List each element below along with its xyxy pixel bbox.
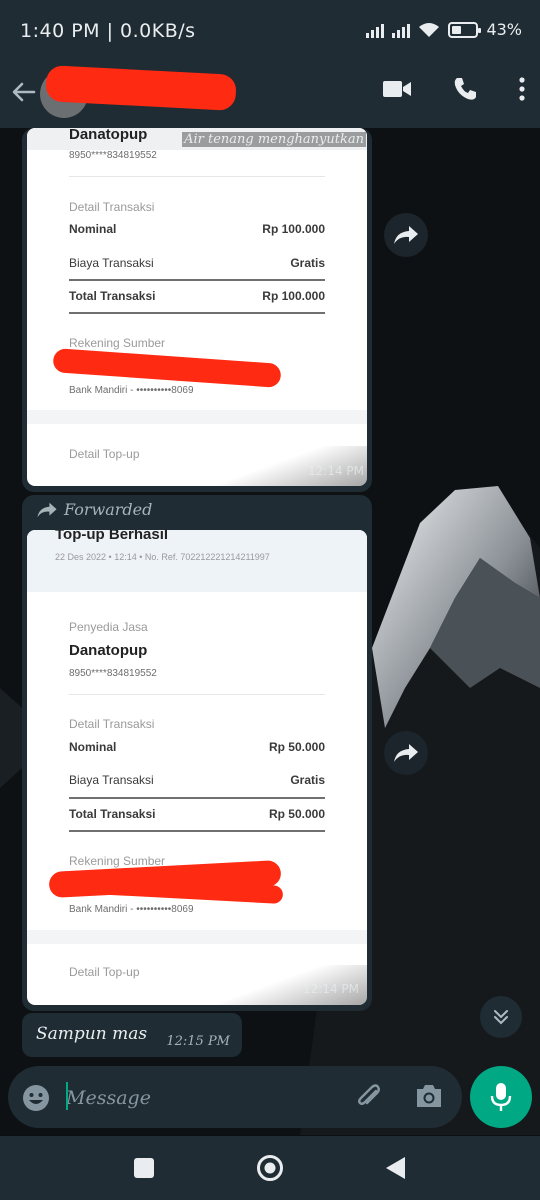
fee-label: Biaya Transaksi — [69, 256, 154, 270]
status-time: 1:40 PM | 0.0KB/s — [20, 20, 196, 42]
message-text: Sampun mas — [36, 1024, 148, 1044]
receipt-provider: Danatopup — [69, 128, 148, 143]
fee-value: Gratis — [290, 256, 325, 270]
forwarded-label: Forwarded — [64, 500, 153, 519]
message-composer — [8, 1066, 462, 1128]
total-label: Total Transaksi — [69, 289, 156, 303]
detail-transaksi-label: Detail Transaksi — [69, 200, 155, 214]
receipt-image-1[interactable]: Danatopup 8950****834819552 Detail Trans… — [27, 128, 367, 486]
scroll-to-bottom-button[interactable] — [480, 996, 522, 1038]
receipt-provider-2: Danatopup — [69, 642, 148, 659]
message-time-2: 12:14 PM — [303, 982, 359, 996]
receipt-date-ref: 22 Des 2022 • 12:14 • No. Ref. 702212221… — [55, 552, 270, 562]
forward-button-1[interactable] — [384, 213, 428, 257]
message-time: 12:15 PM — [166, 1034, 230, 1049]
fee-value-2: Gratis — [290, 773, 325, 787]
chat-header — [0, 62, 540, 128]
forwarded-icon — [37, 502, 57, 517]
back-arrow-icon[interactable] — [10, 78, 38, 106]
nominal-label-2: Nominal — [69, 740, 117, 754]
rekening-sumber-label: Rekening Sumber — [69, 336, 166, 350]
redaction-mark — [52, 348, 282, 388]
forward-arrow-icon — [394, 226, 418, 244]
detail-topup-label: Detail Top-up — [69, 447, 140, 461]
voice-message-button[interactable] — [470, 1066, 532, 1128]
camera-icon[interactable] — [414, 1083, 444, 1109]
wifi-icon — [419, 22, 440, 37]
total-value-2: Rp 50.000 — [268, 807, 325, 821]
receipt-number: 8950****834819552 — [69, 150, 157, 161]
nominal-value: Rp 100.000 — [262, 222, 325, 236]
recents-icon[interactable] — [133, 1157, 155, 1179]
signal-icon-2 — [392, 22, 411, 38]
text-message[interactable]: Sampun mas 12:15 PM — [22, 1013, 242, 1057]
bank-account-2: Bank Mandiri - ••••••••••8069 — [69, 904, 194, 915]
detail-transaksi-label-2: Detail Transaksi — [69, 717, 155, 731]
fee-label-2: Biaya Transaksi — [69, 773, 154, 787]
receipt-title: Top-up Berhasil — [55, 530, 169, 543]
signal-icon — [366, 22, 385, 38]
double-chevron-down-icon — [494, 1010, 508, 1025]
status-icons: 43% — [366, 20, 522, 39]
text-cursor — [66, 1082, 68, 1110]
receipt-number-2: 8950****834819552 — [69, 668, 157, 679]
system-nav-bar — [0, 1136, 540, 1200]
forward-button-2[interactable] — [384, 731, 428, 775]
nominal-label: Nominal — [69, 222, 117, 236]
message-time-1: 12:14 PM — [308, 464, 364, 478]
message-input[interactable] — [66, 1084, 336, 1112]
attach-icon[interactable] — [354, 1082, 384, 1112]
total-value: Rp 100.000 — [262, 289, 325, 303]
emoji-icon[interactable] — [22, 1084, 50, 1112]
bank-account: Bank Mandiri - ••••••••••8069 — [69, 385, 194, 396]
battery-icon — [448, 21, 482, 38]
penyedia-jasa-label: Penyedia Jasa — [69, 620, 148, 634]
nominal-value-2: Rp 50.000 — [268, 740, 325, 754]
back-nav-icon[interactable] — [384, 1156, 406, 1180]
watermark-caption: Air tenang menghanyutkan — [182, 132, 366, 147]
forwarded-indicator: Forwarded — [36, 500, 152, 519]
image-message-1[interactable]: Danatopup 8950****834819552 Detail Trans… — [22, 128, 372, 492]
total-label-2: Total Transaksi — [69, 807, 156, 821]
battery-percent: 43% — [486, 20, 522, 39]
receipt-image-2[interactable]: Top-up Berhasil 22 Des 2022 • 12:14 • No… — [27, 530, 367, 1005]
voice-call-icon[interactable] — [452, 76, 478, 102]
microphone-icon — [490, 1083, 512, 1111]
video-call-icon[interactable] — [382, 78, 412, 100]
home-icon[interactable] — [256, 1154, 284, 1182]
more-options-icon[interactable] — [518, 76, 526, 102]
detail-topup-label-2: Detail Top-up — [69, 965, 140, 979]
status-bar: 1:40 PM | 0.0KB/s 43% — [0, 0, 540, 62]
forward-arrow-icon — [394, 744, 418, 762]
